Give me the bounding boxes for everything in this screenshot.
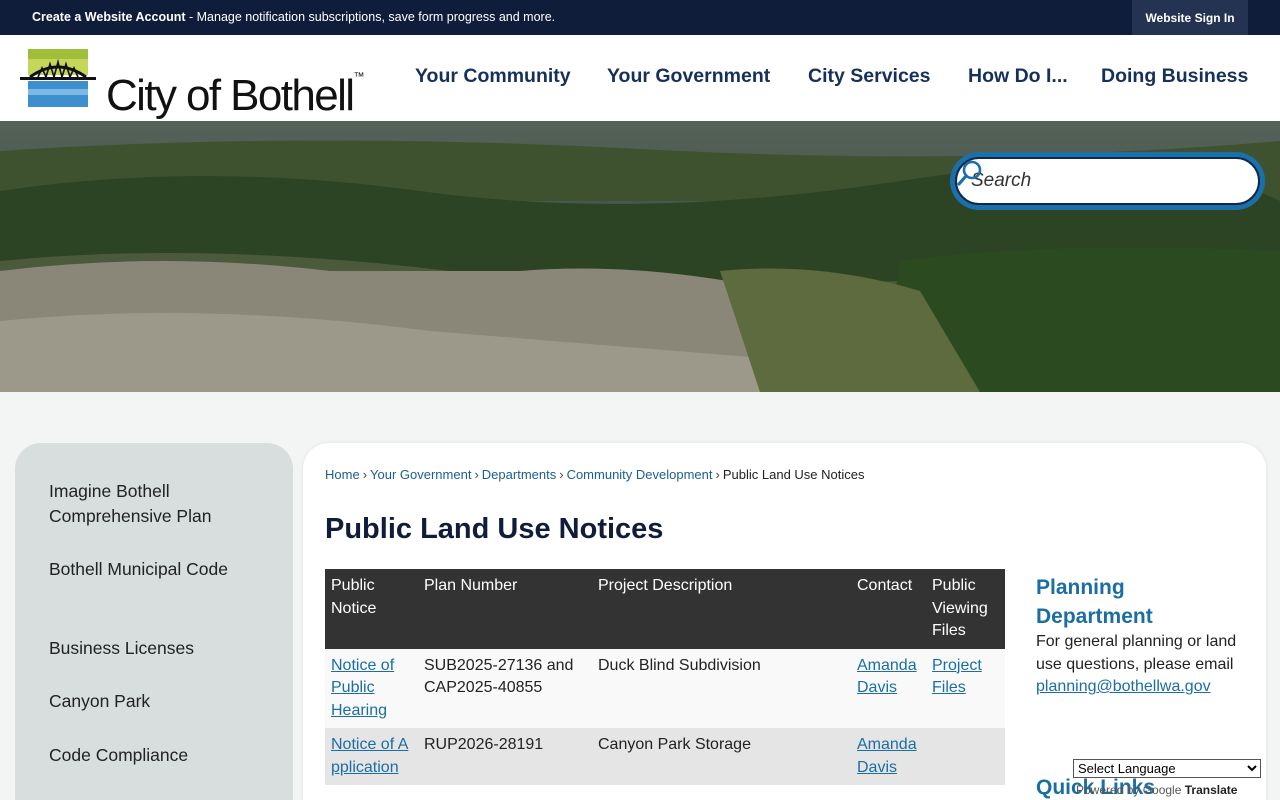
powered-by-google-text: Powered by Google	[1076, 783, 1182, 797]
breadcrumb-separator: ›	[559, 467, 564, 482]
breadcrumb-current: Public Land Use Notices	[722, 467, 865, 482]
trademark-symbol: ™	[353, 71, 365, 83]
cell-plan-number: SUB2025-27136 and CAP2025-40855	[418, 648, 592, 728]
main-content: Home › Your Government › Departments › Communi…	[303, 443, 1266, 800]
city-logo-icon[interactable]	[20, 49, 96, 107]
sidebar-item-canyon-park[interactable]: Canyon Park	[49, 689, 150, 714]
column-header-public-notice: Public Notice	[325, 569, 418, 649]
create-account-message[interactable]: Create a Website Account - Manage notifi…	[32, 10, 555, 24]
page-title: Public Land Use Notices	[325, 513, 664, 545]
table-row: Notice of Application RUP2026-28191 Cany…	[325, 728, 1005, 785]
breadcrumb-departments[interactable]: Departments	[482, 467, 556, 482]
column-header-project-description: Project Description	[592, 569, 851, 649]
column-header-contact: Contact	[851, 569, 926, 649]
search-input[interactable]	[971, 168, 1211, 194]
sidebar-nav: Imagine Bothell Comprehensive Plan Bothe…	[15, 443, 293, 800]
contact-link[interactable]: Amanda Davis	[857, 736, 917, 776]
website-sign-in-button[interactable]: Website Sign In	[1132, 0, 1248, 35]
cell-contact: Amanda Davis	[851, 728, 926, 785]
contact-link[interactable]: Amanda Davis	[857, 657, 917, 697]
column-header-public-viewing-files: Public Viewing Files	[926, 569, 1005, 649]
notices-table: Public Notice Plan Number Project Descri…	[325, 569, 1005, 785]
search-box	[950, 152, 1265, 210]
breadcrumb-separator: ›	[715, 467, 720, 482]
breadcrumb-separator: ›	[362, 467, 368, 482]
table-row: Notice of Public Hearing SUB2025-27136 a…	[325, 648, 1005, 728]
cell-project-description: Duck Blind Subdivision	[592, 648, 851, 728]
nav-doing-business[interactable]: Doing Business	[1101, 65, 1248, 88]
site-header: City of Bothell™ Your Community Your Gov…	[0, 35, 1280, 121]
project-files-link[interactable]: Project Files	[932, 657, 982, 697]
logo-text: City of Bothell	[106, 71, 355, 120]
table-header-row: Public Notice Plan Number Project Descri…	[325, 569, 1005, 649]
cell-public-notice: Notice of Public Hearing	[325, 648, 418, 728]
city-logo-wordmark[interactable]: City of Bothell™	[106, 51, 364, 122]
nav-your-government[interactable]: Your Government	[607, 65, 770, 88]
notice-link[interactable]: Notice of Application	[331, 736, 408, 776]
nav-city-services[interactable]: City Services	[808, 65, 931, 88]
nav-your-community[interactable]: Your Community	[415, 65, 571, 88]
sidebar-item-business-licenses[interactable]: Business Licenses	[49, 636, 194, 661]
create-account-link[interactable]: Create a Website Account	[32, 10, 186, 24]
breadcrumb: Home › Your Government › Departments › Communi…	[325, 467, 865, 482]
planning-department-heading: Planning Department	[1036, 576, 1153, 628]
cell-plan-number: RUP2026-28191	[418, 728, 592, 785]
breadcrumb-separator: ›	[474, 467, 479, 482]
hero-banner	[0, 121, 1280, 392]
planning-department-text: For general planning or land use questio…	[1036, 631, 1246, 699]
language-select[interactable]: Select Language	[1073, 759, 1261, 778]
translate-branding: Powered by Google Translate	[1076, 783, 1237, 797]
cell-public-viewing-files	[926, 728, 1005, 785]
create-account-description: - Manage notification subscriptions, sav…	[185, 10, 556, 24]
breadcrumb-your-government[interactable]: Your Government	[370, 467, 471, 482]
column-header-plan-number: Plan Number	[418, 569, 592, 649]
nav-how-do-i[interactable]: How Do I...	[968, 65, 1068, 88]
notice-link[interactable]: Notice of Public Hearing	[331, 657, 394, 719]
cell-public-notice: Notice of Application	[325, 728, 418, 785]
utility-bar: Create a Website Account - Manage notifi…	[0, 0, 1280, 35]
sidebar-item-code-compliance[interactable]: Code Compliance	[49, 743, 188, 768]
planning-email-link[interactable]: planning@bothellwa.gov	[1036, 678, 1211, 695]
cell-project-description: Canyon Park Storage	[592, 728, 851, 785]
cell-public-viewing-files: Project Files	[926, 648, 1005, 728]
breadcrumb-community-development[interactable]: Community Development	[567, 467, 713, 482]
sidebar-item-municipal-code[interactable]: Bothell Municipal Code	[49, 557, 229, 582]
search-icon[interactable]	[957, 159, 983, 187]
translate-link[interactable]: Translate	[1185, 783, 1238, 797]
cell-contact: Amanda Davis	[851, 648, 926, 728]
planning-description: For general planning or land use questio…	[1036, 633, 1237, 673]
search-field-container	[955, 157, 1260, 205]
sidebar-item-comprehensive-plan[interactable]: Imagine Bothell Comprehensive Plan	[49, 479, 249, 529]
breadcrumb-home[interactable]: Home	[325, 467, 360, 482]
